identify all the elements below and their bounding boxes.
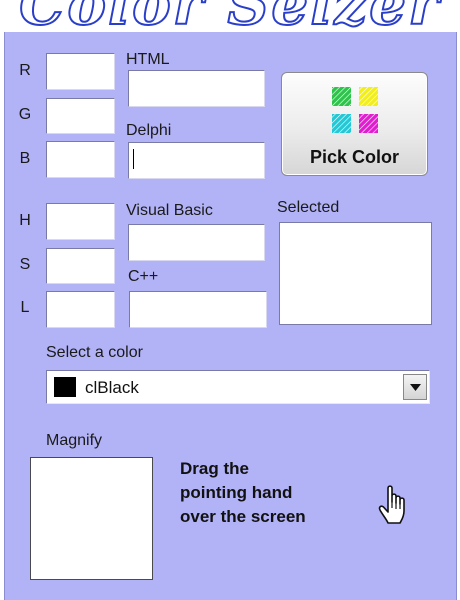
h-label: H (19, 212, 31, 229)
h-field[interactable] (46, 203, 115, 240)
selected-label: Selected (277, 199, 340, 216)
g-label: G (18, 106, 32, 123)
magnify-label: Magnify (46, 432, 103, 449)
s-label: S (19, 256, 31, 273)
pick-color-icon (332, 87, 378, 133)
color-select-value: clBlack (85, 378, 139, 397)
l-label: L (20, 299, 30, 316)
html-label: HTML (126, 51, 170, 68)
app-title: Color Seizer (0, 0, 460, 32)
selected-color-preview (279, 222, 432, 325)
instruction-line-1: Drag the (180, 459, 249, 478)
select-color-label: Select a color (46, 344, 143, 361)
instruction-line-2: pointing hand (180, 483, 293, 502)
cpp-label: C++ (128, 268, 159, 285)
r-field[interactable] (46, 53, 115, 90)
pick-color-label: Pick Color (309, 147, 400, 167)
app-banner: Color Seizer (0, 0, 460, 32)
delphi-label: Delphi (126, 122, 172, 139)
visual-basic-field[interactable] (128, 224, 265, 261)
color-select-dropdown[interactable]: clBlack (46, 370, 430, 404)
pointing-hand-icon[interactable] (378, 484, 412, 526)
main-panel: R G B H S L HTML Delphi Visual Basic C++ (4, 32, 457, 600)
cpp-field[interactable] (129, 291, 267, 328)
visual-basic-label: Visual Basic (126, 202, 213, 219)
s-field[interactable] (46, 248, 115, 284)
b-label: B (19, 150, 31, 167)
text-caret (133, 149, 134, 169)
dropdown-arrow-button[interactable] (403, 374, 427, 400)
magnify-preview (30, 457, 153, 580)
l-field[interactable] (46, 291, 115, 328)
b-field[interactable] (46, 141, 115, 178)
color-swatch (54, 377, 76, 397)
chevron-down-icon (410, 384, 421, 391)
instruction-line-3: over the screen (180, 507, 306, 526)
pick-color-button[interactable]: Pick Color (281, 72, 428, 176)
g-field[interactable] (46, 98, 115, 134)
r-label: R (19, 62, 31, 79)
delphi-field[interactable] (128, 142, 265, 179)
html-field[interactable] (128, 70, 265, 107)
